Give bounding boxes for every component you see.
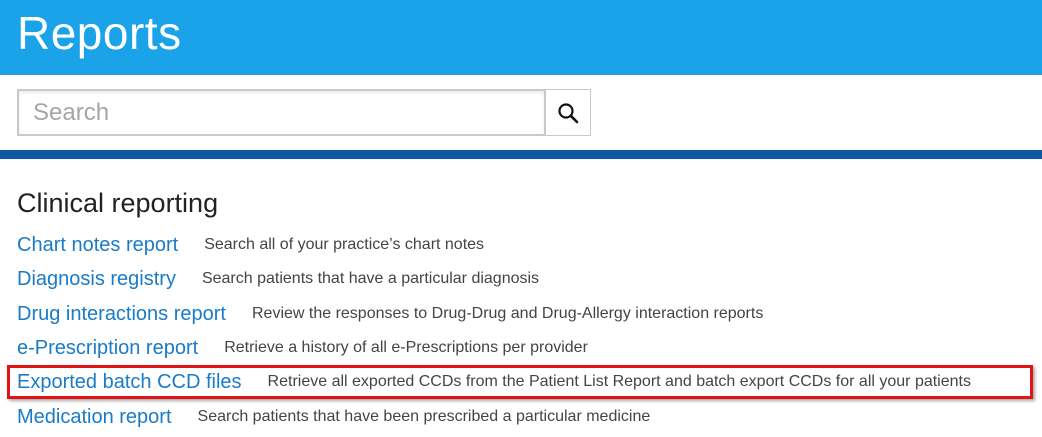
section-title: Clinical reporting xyxy=(17,188,219,218)
e-prescription-report-link[interactable]: e-Prescription report xyxy=(17,337,198,360)
report-description: Review the responses to Drug-Drug and Dr… xyxy=(251,305,764,322)
medication-report-link[interactable]: Medication report xyxy=(17,406,172,429)
highlight-box xyxy=(7,365,1033,399)
report-description: Search patients that have a particular d… xyxy=(201,270,540,287)
report-row: Diagnosis registry Search patients that … xyxy=(17,264,539,294)
page-title: Reports xyxy=(17,7,182,59)
search-input[interactable] xyxy=(17,89,545,136)
report-row: e-Prescription report Retrieve a history… xyxy=(17,333,588,363)
search-button[interactable] xyxy=(545,89,591,136)
search-icon xyxy=(558,102,579,123)
report-row: Drug interactions report Review the resp… xyxy=(17,299,763,329)
report-description: Retrieve a history of all e-Prescription… xyxy=(224,339,588,356)
page-header: Reports xyxy=(0,0,1042,75)
report-description: Search patients that have been prescribe… xyxy=(197,408,651,425)
drug-interactions-report-link[interactable]: Drug interactions report xyxy=(17,303,226,326)
report-row: Medication report Search patients that h… xyxy=(17,402,650,432)
report-row: Chart notes report Search all of your pr… xyxy=(17,230,484,260)
nav-bar xyxy=(0,150,1042,159)
chart-notes-report-link[interactable]: Chart notes report xyxy=(17,234,178,257)
report-description: Search all of your practice’s chart note… xyxy=(204,236,485,253)
diagnosis-registry-link[interactable]: Diagnosis registry xyxy=(17,268,176,291)
search-bar xyxy=(17,89,591,136)
